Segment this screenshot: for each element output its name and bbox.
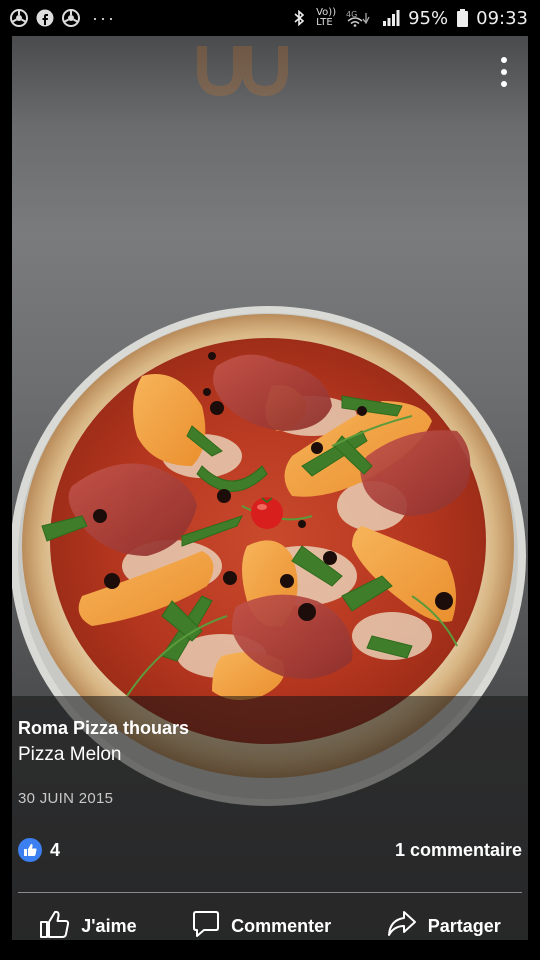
divider: [18, 892, 522, 893]
chrome-icon: [62, 9, 80, 27]
wifi-icon: 4G: [346, 9, 374, 27]
battery-icon: [456, 9, 468, 27]
post-actions-bar: J'aime Commenter Partager: [12, 908, 528, 944]
more-dot: [501, 69, 507, 75]
volte-indicator: Vo)) LTE: [316, 7, 337, 28]
clock: 09:33: [476, 7, 528, 29]
signal-icon: [382, 9, 400, 27]
like-button-label: J'aime: [81, 915, 137, 936]
share-button-label: Partager: [427, 915, 501, 936]
thumbs-up-icon: [39, 909, 71, 944]
battery-percent: 95%: [408, 7, 449, 29]
more-dot: [501, 81, 507, 87]
chrome-icon: [10, 9, 28, 27]
comment-button[interactable]: Commenter: [191, 909, 331, 944]
reactions-summary[interactable]: 4: [18, 838, 60, 862]
like-button[interactable]: J'aime: [39, 909, 137, 944]
more-notifications-icon: ···: [92, 8, 116, 28]
post-author[interactable]: Roma Pizza thouars: [18, 718, 189, 739]
status-bar-system: Vo)) LTE 4G 95% 09:33: [290, 8, 528, 29]
comments-count[interactable]: 1 commentaire: [395, 840, 522, 861]
share-button[interactable]: Partager: [386, 909, 501, 944]
status-bar: ··· Vo)) LTE 4G 95% 09:33: [0, 0, 540, 36]
comment-button-label: Commenter: [231, 915, 332, 936]
status-bar-notifications: ···: [10, 9, 116, 27]
post-caption-overlay: Roma Pizza thouars Pizza Melon 30 JUIN 2…: [12, 696, 528, 940]
bottom-edge: [0, 940, 540, 960]
comment-bubble-icon: [191, 909, 221, 944]
share-arrow-icon: [386, 909, 418, 944]
post-date[interactable]: 30 JUIN 2015: [18, 790, 113, 807]
bluetooth-icon: [290, 9, 308, 27]
more-options-button[interactable]: [496, 54, 512, 90]
more-dot: [501, 57, 507, 63]
post-text: Pizza Melon: [18, 744, 122, 765]
like-reaction-icon: [18, 838, 42, 862]
facebook-icon: [36, 9, 54, 27]
like-count: 4: [50, 839, 61, 860]
